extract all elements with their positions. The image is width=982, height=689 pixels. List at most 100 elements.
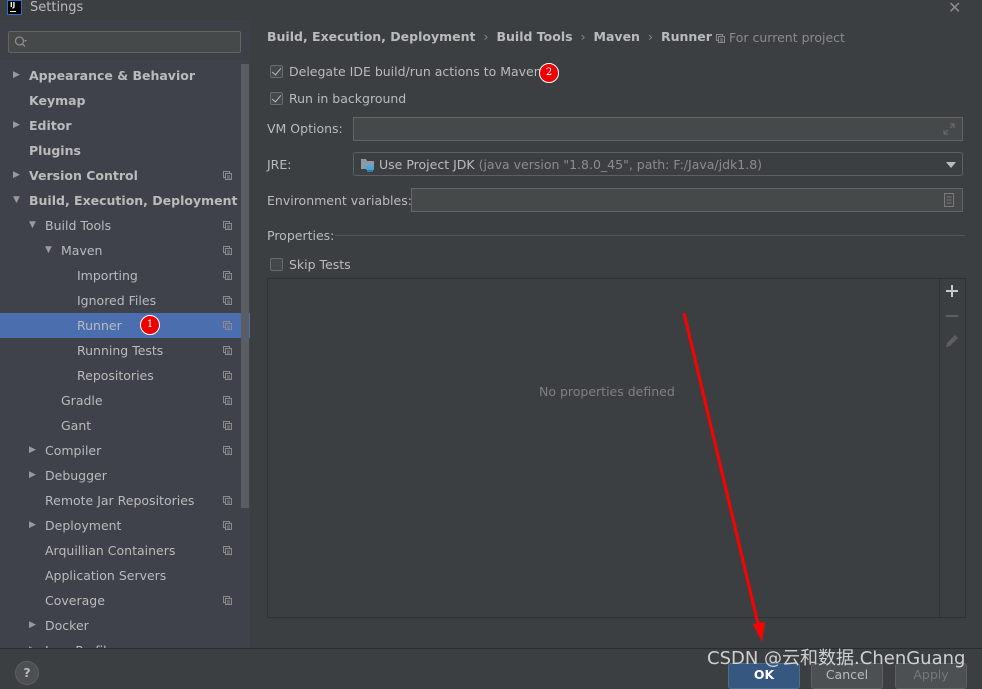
chevron-right-icon[interactable]: ▶ <box>13 113 20 138</box>
chevron-down-icon[interactable]: ▼ <box>45 238 52 263</box>
settings-sidebar: ▶ Appearance & Behavior Keymap ▶ Editor Plugi… <box>0 20 250 648</box>
project-scope-icon <box>223 171 232 180</box>
sidebar-item-gant[interactable]: Gant <box>0 413 250 438</box>
sidebar-item-label: Appearance & Behavior <box>29 68 195 83</box>
search-input[interactable] <box>33 34 237 52</box>
sidebar-item-coverage[interactable]: Coverage <box>0 588 250 613</box>
expand-icon[interactable] <box>943 123 955 135</box>
project-scope-icon <box>223 421 232 430</box>
sidebar-item-label: Editor <box>29 118 72 133</box>
sidebar-item-label: Gradle <box>61 393 103 408</box>
jre-selected-name: Use Project JDK <box>379 157 475 172</box>
environment-variables-label: Environment variables: <box>267 193 412 208</box>
sidebar-item-arquillian-containers[interactable]: Arquillian Containers <box>0 538 250 563</box>
sidebar-item-repositories[interactable]: Repositories <box>0 363 250 388</box>
runner-settings-panel: Build, Execution, Deployment › Build Tools… <box>250 20 982 648</box>
sidebar-item-plugins[interactable]: Plugins <box>0 138 250 163</box>
breadcrumb-item: Runner <box>660 29 712 44</box>
checkbox-unchecked[interactable] <box>270 258 283 271</box>
annotation-badge-2: 2 <box>539 63 559 83</box>
remove-icon[interactable] <box>945 309 959 323</box>
chevron-right-icon[interactable]: ▶ <box>29 438 36 463</box>
sidebar-item-appearance-behavior[interactable]: ▶ Appearance & Behavior <box>0 63 250 88</box>
csdn-watermark: CSDN @云和数据.ChenGuang <box>707 648 966 669</box>
breadcrumb-separator: › <box>647 29 653 44</box>
properties-divider <box>335 235 965 236</box>
sidebar-item-label: Application Servers <box>45 568 167 583</box>
chevron-right-icon[interactable]: ▶ <box>29 513 36 538</box>
sidebar-item-debugger[interactable]: ▶ Debugger <box>0 463 250 488</box>
breadcrumb-item: Maven <box>593 29 640 44</box>
sidebar-item-runner[interactable]: Runner 1 <box>0 313 250 338</box>
project-scope-icon <box>223 321 232 330</box>
sidebar-item-application-servers[interactable]: Application Servers <box>0 563 250 588</box>
run-in-background-checkbox[interactable]: Run in background <box>270 91 406 106</box>
sidebar-item-label: Running Tests <box>77 343 164 358</box>
project-scope-icon <box>223 296 232 305</box>
project-scope-icon <box>223 271 232 280</box>
add-icon[interactable] <box>945 284 959 298</box>
project-scope-icon <box>223 496 232 505</box>
settings-search-field[interactable] <box>8 31 241 53</box>
environment-variables-field[interactable] <box>411 188 963 212</box>
intellij-logo-icon: IJ <box>7 0 22 15</box>
properties-section-label: Properties: <box>267 228 335 243</box>
annotation-badge-1: 1 <box>140 315 160 335</box>
edit-icon[interactable] <box>945 334 959 348</box>
sidebar-item-build-execution-deployment[interactable]: ▼ Build, Execution, Deployment <box>0 188 250 213</box>
sidebar-item-running-tests[interactable]: Running Tests <box>0 338 250 363</box>
sidebar-item-importing[interactable]: Importing <box>0 263 250 288</box>
browse-document-icon[interactable] <box>944 193 954 207</box>
help-button[interactable]: ? <box>15 661 39 685</box>
sidebar-scrollbar[interactable] <box>241 64 249 508</box>
chevron-down-icon[interactable] <box>946 162 956 168</box>
project-scope-icon <box>223 446 232 455</box>
sidebar-item-gradle[interactable]: Gradle <box>0 388 250 413</box>
sidebar-item-editor[interactable]: ▶ Editor <box>0 113 250 138</box>
properties-table[interactable]: No properties defined <box>267 278 966 618</box>
properties-empty-text: No properties defined <box>539 384 675 399</box>
sidebar-item-label: Deployment <box>45 518 122 533</box>
checkbox-checked[interactable] <box>270 65 283 78</box>
chevron-right-icon[interactable]: ▶ <box>13 63 20 88</box>
sidebar-item-maven[interactable]: ▼ Maven <box>0 238 250 263</box>
project-scope-icon <box>223 396 232 405</box>
skip-tests-checkbox[interactable]: Skip Tests <box>270 257 351 272</box>
sidebar-item-build-tools[interactable]: ▼ Build Tools <box>0 213 250 238</box>
breadcrumb-item: Build, Execution, Deployment <box>267 29 476 44</box>
project-scope-icon <box>223 596 232 605</box>
sidebar-item-java-profiler[interactable]: ▶ Java Profiler <box>0 638 250 648</box>
chevron-right-icon[interactable]: ▶ <box>29 463 36 488</box>
chevron-right-icon[interactable]: ▶ <box>29 638 36 648</box>
chevron-down-icon[interactable]: ▼ <box>13 188 20 213</box>
sidebar-item-compiler[interactable]: ▶ Compiler <box>0 438 250 463</box>
sidebar-item-version-control[interactable]: ▶ Version Control <box>0 163 250 188</box>
sidebar-item-label: Gant <box>61 418 92 433</box>
breadcrumb: Build, Execution, Deployment › Build Tools… <box>267 29 712 44</box>
jre-dropdown[interactable]: Use Project JDK (java version "1.8.0_45"… <box>353 152 963 176</box>
scope-label: For current project <box>729 30 845 45</box>
chevron-down-icon[interactable]: ▼ <box>29 213 36 238</box>
run-in-background-label: Run in background <box>289 91 407 106</box>
checkbox-checked[interactable] <box>270 92 283 105</box>
close-icon[interactable]: ✕ <box>948 0 961 17</box>
chevron-right-icon[interactable]: ▶ <box>29 613 36 638</box>
sidebar-item-label: Maven <box>61 243 103 258</box>
sidebar-item-deployment[interactable]: ▶ Deployment <box>0 513 250 538</box>
project-scope-icon <box>223 221 232 230</box>
delegate-to-maven-checkbox[interactable]: Delegate IDE build/run actions to Maven <box>270 64 542 79</box>
sidebar-item-ignored-files[interactable]: Ignored Files <box>0 288 250 313</box>
sidebar-item-keymap[interactable]: Keymap <box>0 88 250 113</box>
sidebar-item-remote-jar-repositories[interactable]: Remote Jar Repositories <box>0 488 250 513</box>
sidebar-item-label: Arquillian Containers <box>45 543 176 558</box>
sidebar-item-label: Build, Execution, Deployment <box>29 193 238 208</box>
sidebar-item-label: Remote Jar Repositories <box>45 493 195 508</box>
vm-options-field[interactable] <box>353 117 963 141</box>
sidebar-item-label: Java Profiler <box>45 638 119 648</box>
sidebar-item-label: Importing <box>77 268 138 283</box>
breadcrumb-separator: › <box>580 29 586 44</box>
chevron-right-icon[interactable]: ▶ <box>13 163 20 188</box>
breadcrumb-separator: › <box>483 29 489 44</box>
sidebar-item-docker[interactable]: ▶ Docker <box>0 613 250 638</box>
sidebar-item-label: Docker <box>45 618 89 633</box>
